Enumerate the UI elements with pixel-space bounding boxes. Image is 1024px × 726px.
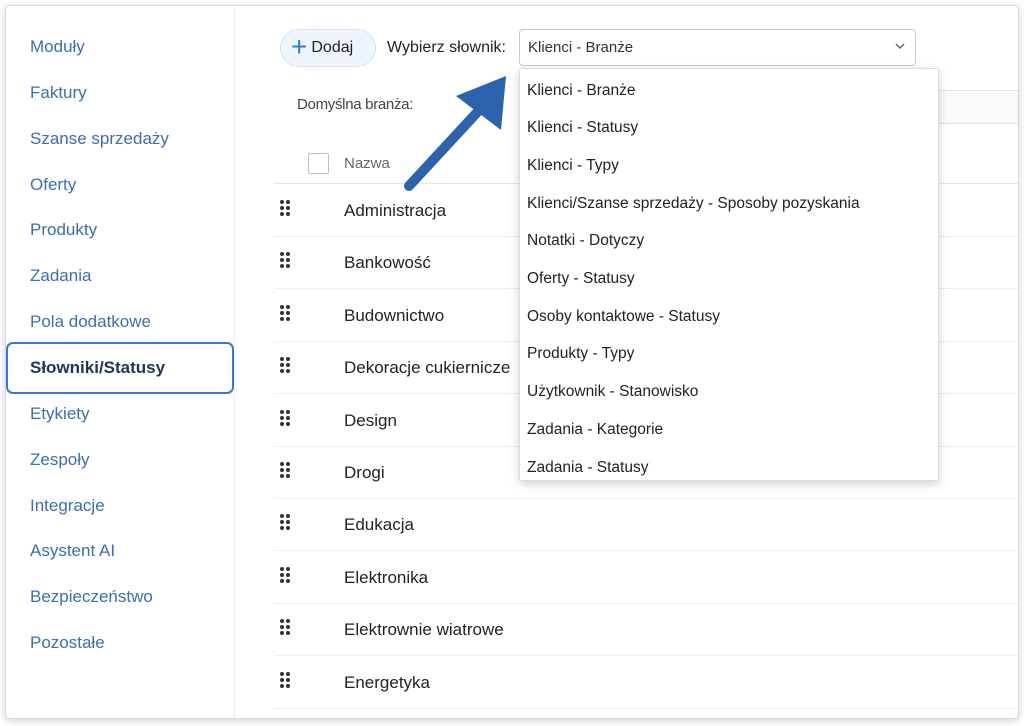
table-row[interactable]: Edukacja xyxy=(274,499,1018,552)
dropdown-option[interactable]: Klienci - Branże xyxy=(520,72,938,109)
add-button-label: Dodaj xyxy=(311,39,354,56)
drag-handle-icon[interactable] xyxy=(280,462,294,482)
sidebar-item[interactable]: Bezpieczeństwo xyxy=(6,574,233,620)
dropdown-option[interactable]: Notatki - Dotyczy xyxy=(520,223,938,260)
drag-handle-icon[interactable] xyxy=(280,252,294,272)
drag-handle-icon[interactable] xyxy=(280,514,294,534)
sidebar-item[interactable]: Oferty xyxy=(6,162,233,208)
select-all-checkbox[interactable] xyxy=(308,153,329,174)
row-name: Administracja xyxy=(344,201,447,220)
table-row[interactable]: Elektrownie wiatrowe xyxy=(274,604,1018,657)
row-name: Bankowość xyxy=(344,253,431,273)
sidebar-item[interactable]: Pola dodatkowe xyxy=(6,299,233,345)
dropdown-option[interactable]: Klienci - Typy xyxy=(520,147,938,184)
dropdown-option[interactable]: Klienci - Statusy xyxy=(520,110,938,147)
row-name: Design xyxy=(344,410,397,430)
table-row[interactable]: Elektronika xyxy=(274,552,1018,604)
row-name: Energetyka xyxy=(344,672,430,692)
dropdown-option[interactable]: Użytkownik - Stanowisko xyxy=(520,374,938,411)
dictionary-label: Wybierz słownik: xyxy=(387,39,506,56)
row-name: Elektrownie wiatrowe xyxy=(344,620,504,640)
sidebar-item[interactable]: Asystent AI xyxy=(6,528,233,574)
sidebar-item[interactable]: Etykiety xyxy=(6,391,233,437)
dropdown-option[interactable]: Osoby kontaktowe - Statusy xyxy=(520,298,938,335)
sidebar-item[interactable]: Pozostałe xyxy=(6,620,233,666)
sidebar-item[interactable]: Słowniki/Statusy xyxy=(6,342,234,394)
sidebar-item[interactable]: Zespoły xyxy=(6,437,233,483)
row-name: Drogi xyxy=(344,463,385,482)
drag-handle-icon[interactable] xyxy=(280,566,294,587)
sidebar-item[interactable]: Zadania xyxy=(6,253,233,299)
sidebar-item[interactable]: Moduły xyxy=(6,24,233,70)
table-row[interactable]: Energetyka xyxy=(274,657,1018,709)
dictionary-dropdown-menu: Klienci - Branże Klienci - Statusy Klienci… xyxy=(519,68,939,481)
dictionary-select[interactable]: Klienci - Branże xyxy=(519,29,916,66)
dropdown-option[interactable]: Klienci/Szanse sprzedaży - Sposoby pozys… xyxy=(520,185,938,222)
dropdown-option[interactable]: Zadania - Kategorie xyxy=(520,411,938,448)
row-name: Edukacja xyxy=(344,515,414,535)
sidebar-item[interactable]: Szanse sprzedaży xyxy=(6,116,233,162)
dropdown-option[interactable]: Oferty - Statusy xyxy=(520,261,938,298)
annotation-arrow-icon xyxy=(404,76,506,191)
plus-icon: + xyxy=(291,30,308,62)
drag-handle-icon[interactable] xyxy=(280,619,294,639)
sidebar-item[interactable]: Integracje xyxy=(6,483,233,529)
column-header-name: Nazwa xyxy=(344,155,390,172)
sidebar-item[interactable]: Faktury xyxy=(6,70,233,116)
dictionary-select-value: Klienci - Branże xyxy=(528,39,634,56)
drag-handle-icon[interactable] xyxy=(280,409,294,430)
sidebar-item[interactable]: Produkty xyxy=(6,207,233,253)
chevron-down-icon xyxy=(895,43,905,50)
row-name: Budownictwo xyxy=(344,305,445,325)
drag-handle-icon[interactable] xyxy=(280,671,294,692)
drag-handle-icon[interactable] xyxy=(280,357,294,377)
settings-sidebar: Moduły Faktury Szanse sprzedaży Oferty Produ… xyxy=(6,6,235,718)
dropdown-option[interactable]: Zadania - Statusy xyxy=(520,449,938,486)
drag-handle-icon[interactable] xyxy=(280,304,294,325)
row-name: Dekoracje cukiernicze xyxy=(344,358,511,378)
drag-handle-icon[interactable] xyxy=(280,200,294,220)
dropdown-option[interactable]: Produkty - Typy xyxy=(520,336,938,373)
app-window: Moduły Faktury Szanse sprzedaży Oferty Produ… xyxy=(5,5,1019,719)
default-branch-field[interactable] xyxy=(939,90,1018,124)
row-name: Elektronika xyxy=(344,567,429,587)
default-branch-label: Domyślna branża: xyxy=(297,96,414,113)
add-button[interactable]: + Dodaj xyxy=(280,29,376,67)
